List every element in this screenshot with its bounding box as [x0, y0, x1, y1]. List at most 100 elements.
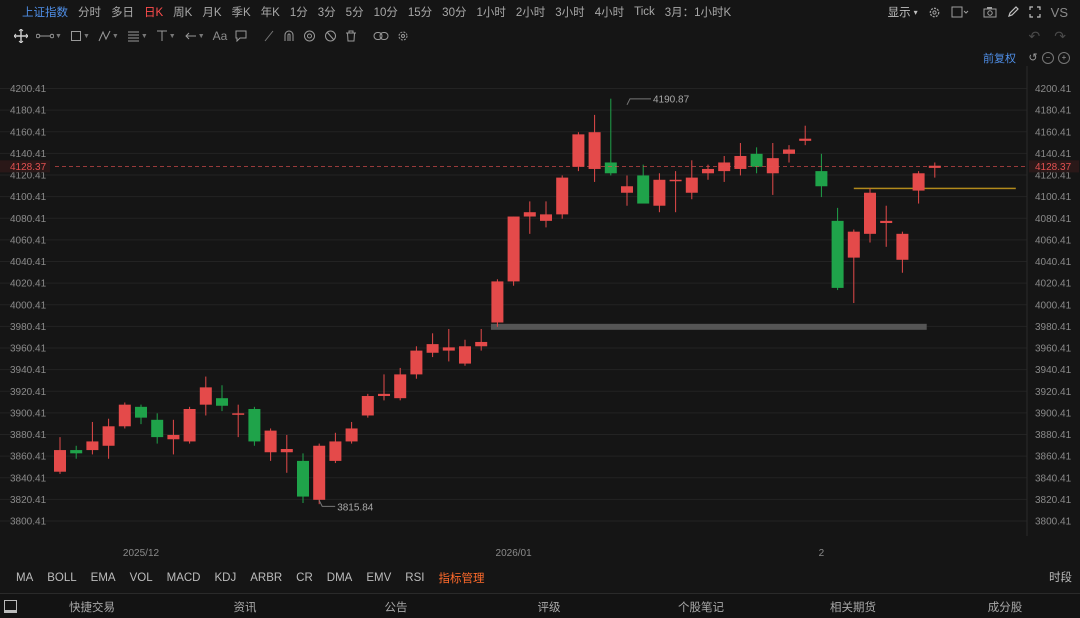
- timeframe-0[interactable]: 分时: [78, 4, 101, 20]
- candle: [410, 346, 423, 379]
- y-tick-right: 3920.41: [1035, 387, 1072, 398]
- bottom-tab-0[interactable]: 快捷交易: [69, 599, 115, 615]
- fullscreen-icon[interactable]: [1029, 6, 1041, 18]
- y-tick-left: 4200.41: [10, 84, 47, 95]
- bottom-tab-1[interactable]: 资讯: [234, 599, 257, 615]
- timeframe-12[interactable]: 30分: [442, 4, 466, 20]
- magnet-icon[interactable]: [283, 30, 295, 42]
- timeframe-2[interactable]: 日K: [144, 4, 163, 20]
- undo-icon[interactable]: ↶: [1029, 28, 1041, 45]
- candle-body: [102, 426, 115, 446]
- timeshare-button[interactable]: 时段: [1049, 569, 1072, 585]
- indicator-tab-vol[interactable]: VOL: [130, 572, 153, 584]
- timeframe-7[interactable]: 1分: [290, 4, 308, 20]
- reset-icon[interactable]: ↺: [1028, 53, 1038, 64]
- y-tick-left: 4000.41: [10, 300, 47, 311]
- timeframe-4[interactable]: 月K: [202, 4, 221, 20]
- y-tick-left: 3900.41: [10, 408, 47, 419]
- top-right-controls: 显示 ▾ VS: [878, 0, 1068, 24]
- indicator-tab-macd[interactable]: MACD: [167, 572, 201, 584]
- segment-icon[interactable]: ▼: [36, 31, 62, 41]
- annotation-leader: [626, 98, 651, 106]
- bottom-tab-6[interactable]: 成分股: [988, 599, 1023, 615]
- timeframe-15[interactable]: 3小时: [555, 4, 584, 20]
- indicator-tab-boll[interactable]: BOLL: [47, 572, 76, 584]
- camera-icon[interactable]: [983, 6, 997, 18]
- zoom-out-icon[interactable]: −: [1042, 52, 1054, 64]
- pen-icon[interactable]: [1007, 6, 1019, 18]
- index-title[interactable]: 上证指数: [22, 4, 68, 20]
- timeframe-8[interactable]: 3分: [318, 4, 336, 20]
- indicator-tab-kdj[interactable]: KDJ: [214, 572, 236, 584]
- crosshair-icon[interactable]: [14, 29, 28, 43]
- candle-body: [248, 408, 261, 442]
- y-tick-right: 3820.41: [1035, 495, 1072, 506]
- timeframe-9[interactable]: 5分: [346, 4, 364, 20]
- hide-icon[interactable]: [324, 30, 337, 42]
- timeframe-1[interactable]: 多日: [111, 4, 134, 20]
- candle-body: [718, 162, 731, 172]
- indicator-tab-emv[interactable]: EMV: [366, 572, 391, 584]
- indicator-tab-arbr[interactable]: ARBR: [250, 572, 282, 584]
- candle-body: [280, 448, 293, 453]
- indicator-tab-ma[interactable]: MA: [16, 572, 33, 584]
- y-tick-right: 3880.41: [1035, 430, 1072, 441]
- eye-icon[interactable]: [303, 30, 316, 42]
- y-tick-right: 3940.41: [1035, 365, 1072, 376]
- bottom-tab-3[interactable]: 评级: [538, 599, 561, 615]
- timeframe-17[interactable]: Tick: [634, 6, 655, 18]
- zoom-in-icon[interactable]: +: [1058, 52, 1070, 64]
- timeframe-14[interactable]: 2小时: [516, 4, 545, 20]
- indicator-manager-button[interactable]: 指标管理: [438, 570, 484, 586]
- arrow-icon[interactable]: ▼: [184, 30, 205, 42]
- panel-toggle-icon[interactable]: [4, 600, 17, 613]
- redo-icon[interactable]: ↷: [1054, 28, 1066, 45]
- candle-body: [264, 430, 277, 453]
- level-lines: [490, 187, 1016, 330]
- text-tool[interactable]: Aa: [213, 29, 228, 43]
- candle-body: [540, 214, 552, 221]
- indicator-tab-dma[interactable]: DMA: [327, 572, 353, 584]
- fib-icon[interactable]: ▼: [127, 30, 148, 42]
- bottom-tab-5[interactable]: 相关期货: [830, 599, 876, 615]
- candle-body: [653, 179, 666, 206]
- candle: [621, 175, 633, 206]
- link-icon[interactable]: [373, 31, 389, 41]
- indicator-tab-cr[interactable]: CR: [296, 572, 313, 584]
- candlestick-chart[interactable]: 3800.41 3800.41 3820.41 3820.41 3840.41 3840.…: [0, 66, 1080, 566]
- layout-icon[interactable]: [951, 6, 969, 18]
- display-menu[interactable]: 显示 ▾: [888, 4, 918, 20]
- timeframe-16[interactable]: 4小时: [595, 4, 624, 20]
- timeframe-18[interactable]: 3月：1小时K: [665, 4, 731, 20]
- candle-body: [523, 212, 536, 217]
- y-tick-left: 4160.41: [10, 127, 47, 138]
- settings-icon[interactable]: [928, 6, 941, 19]
- y-tick-left: 4040.41: [10, 257, 47, 268]
- candle: [831, 207, 844, 291]
- gear-icon[interactable]: [397, 30, 409, 42]
- vs-button[interactable]: VS: [1051, 5, 1068, 20]
- timeframe-13[interactable]: 1小时: [476, 4, 505, 20]
- indicator-tab-ema[interactable]: EMA: [91, 572, 116, 584]
- timeframe-11[interactable]: 15分: [408, 4, 432, 20]
- trash-icon[interactable]: [345, 30, 357, 42]
- rect-icon[interactable]: ▼: [70, 30, 90, 42]
- path-icon[interactable]: ▼: [98, 30, 119, 42]
- candle: [507, 216, 520, 286]
- comment-icon[interactable]: [235, 30, 247, 42]
- indicator-tab-rsi[interactable]: RSI: [405, 572, 424, 584]
- candle: [815, 153, 828, 198]
- price-adjust-button[interactable]: 前复权: [983, 50, 1016, 66]
- timeframe-10[interactable]: 10分: [374, 4, 398, 20]
- candle: [734, 143, 747, 176]
- candle-body: [345, 428, 358, 442]
- brush-icon[interactable]: [263, 30, 275, 42]
- timeframe-3[interactable]: 周K: [173, 4, 192, 20]
- timeframe-6[interactable]: 年K: [261, 4, 280, 20]
- y-tick-left: 3980.41: [10, 322, 47, 333]
- candle-body: [442, 347, 455, 351]
- bottom-tab-2[interactable]: 公告: [385, 599, 408, 615]
- vertical-line-icon[interactable]: ▼: [156, 30, 176, 42]
- timeframe-5[interactable]: 季K: [232, 4, 251, 20]
- bottom-tab-4[interactable]: 个股笔记: [678, 599, 724, 615]
